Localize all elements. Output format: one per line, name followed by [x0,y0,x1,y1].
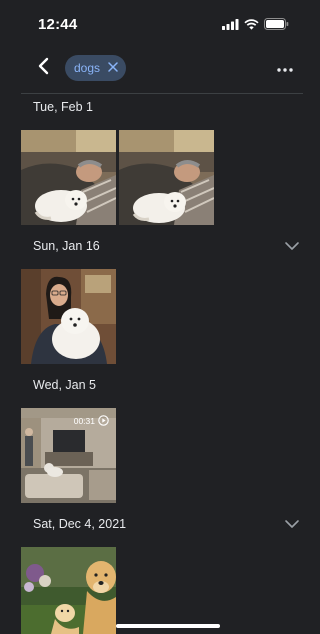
home-indicator[interactable] [116,624,220,628]
date-header: Sun, Jan 16 [33,239,100,253]
video-duration: 00:31 [73,415,95,426]
expand-group-button[interactable] [284,238,300,254]
status-bar: 12:44 [0,0,303,48]
chevron-left-icon [37,57,51,80]
date-header: Sat, Dec 4, 2021 [33,517,127,531]
app-bar-divider [21,93,303,94]
chevron-down-icon [284,241,300,258]
filter-chip-label: dogs [74,61,101,75]
photo-thumbnail[interactable] [119,130,214,225]
chip-remove-button[interactable] [106,61,120,75]
wifi-icon [244,17,259,35]
video-duration-badge: 00:31 [74,415,109,426]
filter-chip-dogs[interactable]: dogs [65,55,127,81]
date-header: Wed, Jan 5 [33,378,97,392]
more-options-button[interactable] [273,56,297,80]
play-icon [98,415,109,426]
chevron-down-icon [284,519,300,536]
back-button[interactable] [32,56,56,80]
close-icon [108,61,118,75]
signal-icon [222,17,239,35]
app-bar: dogs [0,50,303,86]
more-horizontal-icon [277,59,293,77]
status-icons [222,17,289,35]
expand-group-button[interactable] [284,516,300,532]
photo-thumbnail[interactable] [21,130,116,225]
photo-thumbnail[interactable] [21,269,116,364]
battery-icon [264,17,289,35]
photo-thumbnail[interactable] [21,547,116,634]
status-time: 12:44 [38,16,78,33]
date-header: Tue, Feb 1 [33,100,93,114]
video-thumbnail[interactable]: 00:31 [21,408,116,503]
